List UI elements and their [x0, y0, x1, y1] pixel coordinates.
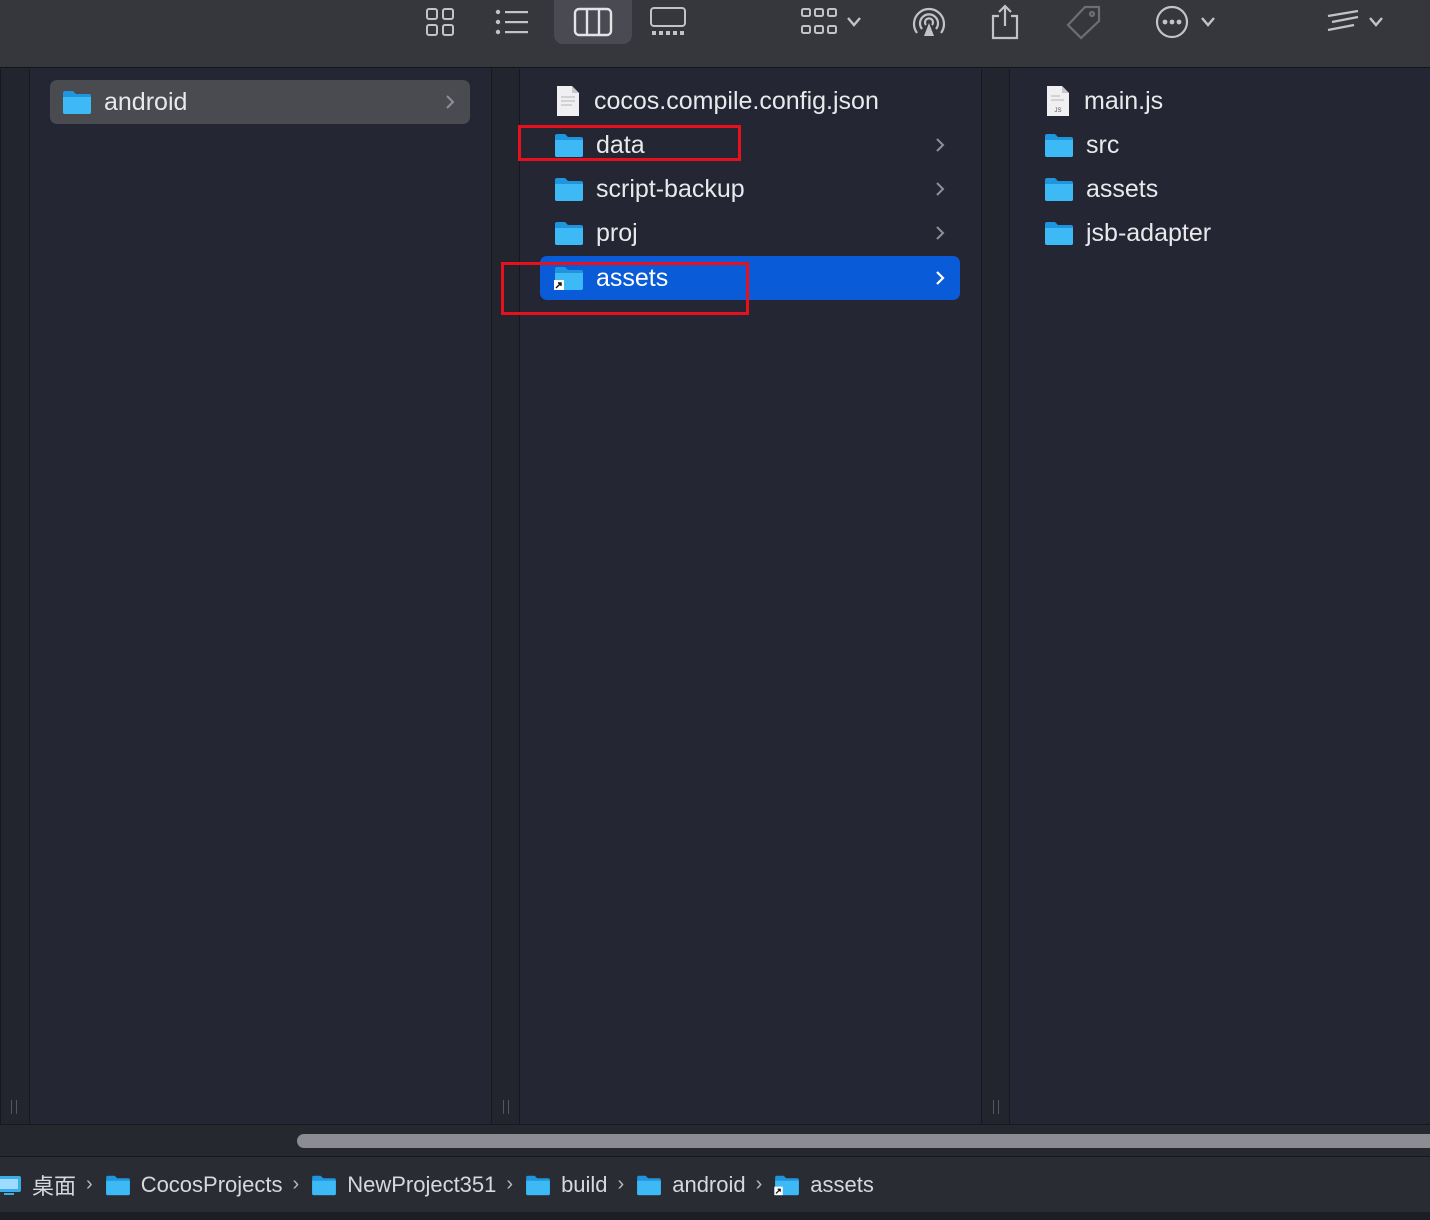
tag-button[interactable]: [1060, 0, 1106, 44]
column-divider[interactable]: [491, 69, 520, 1124]
item-label: src: [1086, 130, 1120, 159]
folder-icon: [554, 176, 584, 202]
chevron-right-icon: ›: [86, 1173, 93, 1195]
item-label: cocos.compile.config.json: [594, 86, 879, 115]
list-view-button[interactable]: [490, 0, 534, 44]
folder-icon: [1044, 176, 1074, 202]
gallery-view-button[interactable]: [644, 0, 692, 44]
more-actions-button[interactable]: [1146, 0, 1226, 44]
horizontal-scrollbar[interactable]: [0, 1124, 1430, 1156]
chevron-down-icon: [1201, 17, 1215, 27]
folder-icon: [105, 1174, 131, 1196]
tag-icon: [1066, 5, 1101, 40]
chevron-right-icon: ›: [506, 1173, 514, 1195]
folder-icon: [1044, 132, 1074, 158]
list-item-android[interactable]: android: [50, 80, 470, 124]
item-label: script-backup: [596, 174, 745, 203]
group-button[interactable]: [792, 0, 872, 44]
resize-grip[interactable]: [503, 1100, 509, 1114]
folder-icon: [311, 1174, 337, 1196]
column-3: JS main.js src assets jsb-adapter: [1010, 69, 1430, 1124]
column-divider[interactable]: [981, 69, 1010, 1124]
chevron-down-icon: [1369, 17, 1383, 27]
folder-icon: [62, 89, 92, 115]
path-item-assets[interactable]: assets: [774, 1172, 874, 1198]
json-file-icon: [554, 85, 582, 117]
chevron-right-icon: [934, 256, 946, 300]
folder-icon: [636, 1174, 662, 1196]
path-item-label: 桌面: [32, 1173, 77, 1199]
chevron-right-icon: [444, 80, 456, 124]
column-view-button[interactable]: [554, 0, 632, 44]
item-label: assets: [1086, 174, 1159, 203]
window-bottom-edge: [0, 1212, 1430, 1220]
item-label: jsb-adapter: [1086, 218, 1212, 247]
path-item-label: CocosProjects: [140, 1171, 283, 1197]
folder-icon: [554, 220, 584, 246]
resize-grip[interactable]: [11, 1100, 17, 1114]
gallery-icon: [650, 7, 686, 35]
airdrop-icon: [912, 7, 946, 36]
column-divider[interactable]: [0, 69, 30, 1124]
icon-view-button[interactable]: [418, 0, 462, 44]
list-item-assets[interactable]: assets: [1030, 167, 1420, 211]
group-grid-icon: [801, 8, 837, 34]
finder-toolbar: [0, 0, 1430, 68]
share-button[interactable]: [984, 0, 1026, 44]
path-item-label: NewProject351: [347, 1171, 497, 1197]
path-item-android[interactable]: android: [636, 1171, 746, 1198]
path-item-newproject351[interactable]: NewProject351: [311, 1172, 496, 1198]
item-label: proj: [596, 218, 638, 247]
column-2: cocos.compile.config.json data script-ba…: [520, 69, 981, 1124]
path-item-desktop[interactable]: 桌面: [0, 1169, 76, 1201]
annotation-box-data: [518, 125, 741, 161]
columns-icon: [573, 7, 613, 37]
js-file-icon: JS: [1044, 85, 1072, 117]
svg-text:JS: JS: [1054, 108, 1061, 114]
path-item-label: build: [561, 1171, 608, 1197]
folder-icon: [1044, 220, 1074, 246]
folder-alias-icon: [774, 1174, 800, 1196]
list-item-script-backup[interactable]: script-backup: [540, 167, 960, 211]
scrollbar-thumb[interactable]: [297, 1134, 1430, 1148]
chevron-right-icon: [934, 211, 946, 255]
desktop-icon: [0, 1174, 22, 1196]
list-item-jsb-adapter[interactable]: jsb-adapter: [1030, 211, 1420, 255]
ellipsis-circle-icon: [1155, 5, 1189, 39]
list-icon: [495, 9, 528, 35]
chevron-right-icon: [934, 167, 946, 211]
column-1: android: [30, 69, 491, 1124]
toolbar-overflow-button[interactable]: [1318, 0, 1392, 44]
item-label: main.js: [1084, 86, 1164, 115]
chevron-right-icon: [934, 123, 946, 167]
item-label: android: [104, 87, 188, 116]
chevron-down-icon: [847, 17, 861, 27]
path-item-label: android: [672, 1171, 746, 1197]
folder-icon: [525, 1174, 551, 1196]
path-bar: 桌面 › CocosProjects › NewProject351 › bui…: [0, 1156, 1430, 1212]
resize-grip[interactable]: [993, 1100, 999, 1114]
list-item-main-js[interactable]: JS main.js: [1030, 79, 1420, 123]
list-item-proj[interactable]: proj: [540, 211, 960, 255]
share-icon: [991, 4, 1019, 40]
list-item-cocos-compile-config[interactable]: cocos.compile.config.json: [540, 79, 960, 123]
path-item-cocosprojects[interactable]: CocosProjects: [105, 1172, 283, 1198]
grid-icon: [426, 8, 454, 36]
annotation-box-assets: [501, 262, 749, 315]
chevron-right-icon: ›: [755, 1173, 763, 1195]
airdrop-button[interactable]: [906, 0, 952, 44]
overflow-icon: [1327, 9, 1359, 32]
chevron-right-icon: ›: [617, 1173, 625, 1195]
chevron-right-icon: ›: [292, 1173, 300, 1195]
path-item-label: assets: [810, 1171, 874, 1197]
list-item-src[interactable]: src: [1030, 123, 1420, 167]
path-item-build[interactable]: build: [525, 1171, 608, 1198]
